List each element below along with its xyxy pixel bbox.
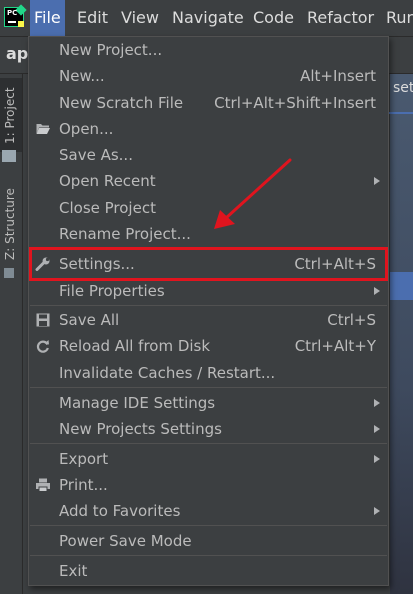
- annotation-arrow-icon: [214, 158, 292, 229]
